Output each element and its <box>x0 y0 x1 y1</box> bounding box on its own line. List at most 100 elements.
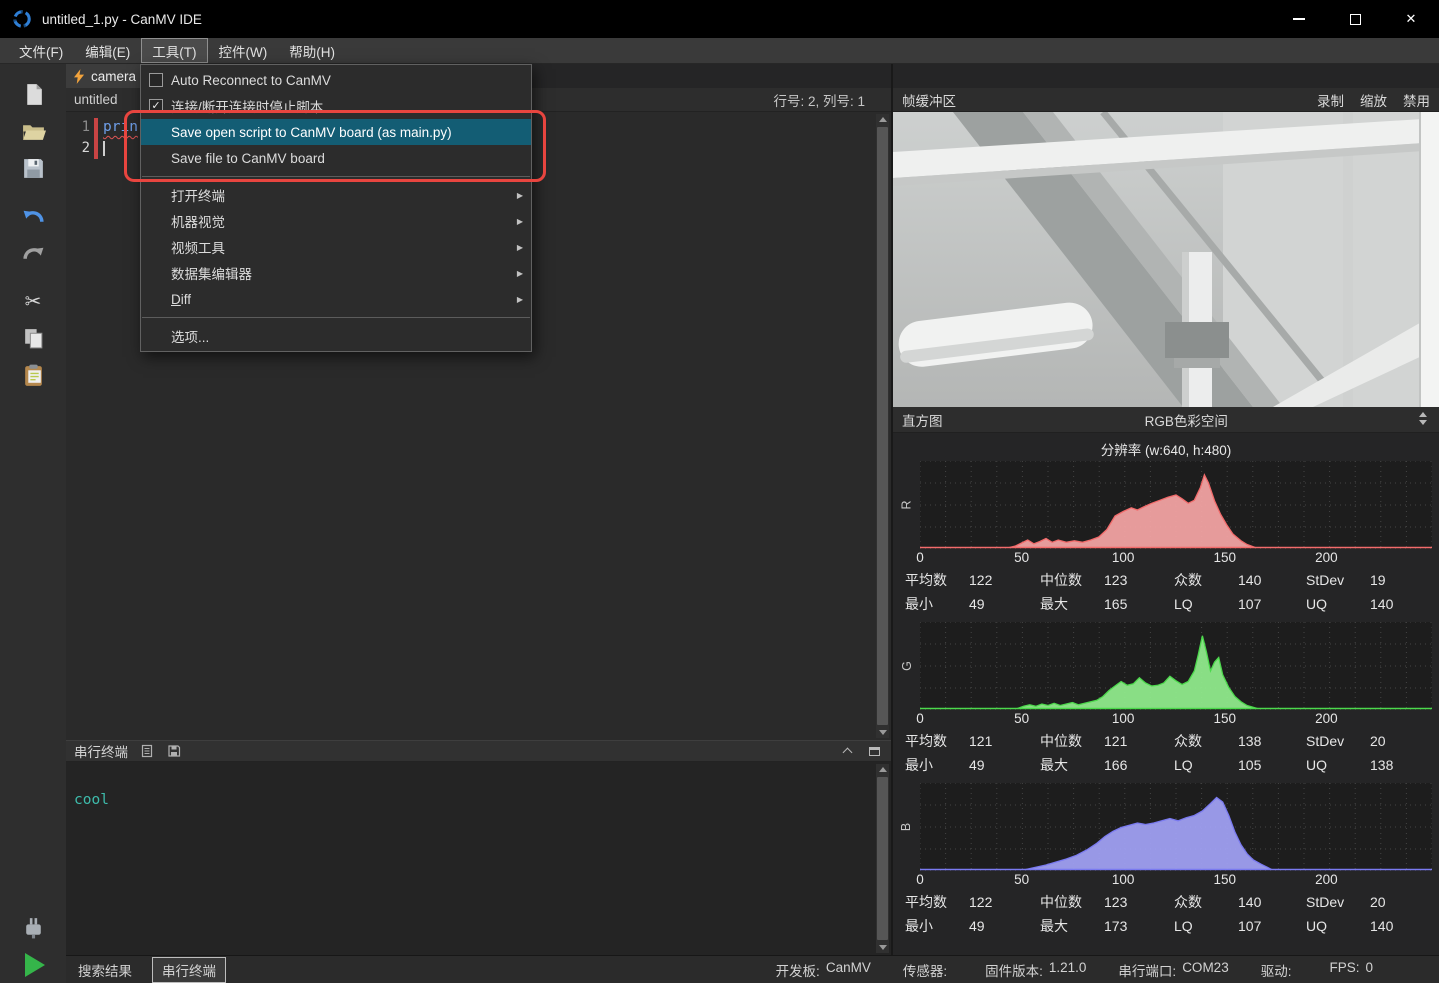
axis-tick-label: 100 <box>1112 711 1135 726</box>
scrollbar-thumb[interactable] <box>877 777 888 940</box>
stat-value: 107 <box>1238 596 1261 612</box>
menubar-item-0[interactable]: 文件(F) <box>8 38 74 63</box>
editor-scrollbar[interactable] <box>876 114 889 738</box>
scrollbar-thumb[interactable] <box>877 127 888 725</box>
menu-bar: 文件(F)编辑(E)工具(T)控件(W)帮助(H) <box>0 38 1439 64</box>
connect-icon <box>21 915 46 940</box>
tools-menu-item-7[interactable]: 视频工具▶ <box>141 234 531 260</box>
menubar-item-1[interactable]: 编辑(E) <box>74 38 141 63</box>
menubar-item-3[interactable]: 控件(W) <box>208 38 279 63</box>
statusbar-tab-1[interactable]: 串行终端 <box>152 957 226 983</box>
tools-menu-item-9[interactable]: Diff▶ <box>141 286 531 312</box>
tools-menu-item-3[interactable]: Save file to CanMV board <box>141 145 531 171</box>
stat-cell: UQ138 <box>1306 757 1439 773</box>
histogram-block-g: G050100150200平均数121中位数121众数138StDev20最小4… <box>893 622 1439 776</box>
cut-button[interactable]: ✂ <box>12 283 54 320</box>
frame-buffer-view <box>893 112 1439 407</box>
scroll-up-arrow-icon[interactable] <box>876 114 889 126</box>
collapse-panel-button[interactable] <box>839 743 856 760</box>
channel-label-b: B <box>893 783 920 871</box>
log-icon <box>140 744 154 758</box>
modified-lines-marker <box>94 118 98 159</box>
field-label: 传感器: <box>903 960 947 980</box>
colorspace-value: RGB色彩空间 <box>1145 410 1228 430</box>
menu-item-label: 视频工具 <box>171 237 509 257</box>
terminal-header: 串行终端 <box>66 740 891 762</box>
detach-panel-button[interactable] <box>866 743 883 760</box>
run-script-button[interactable] <box>12 946 54 983</box>
stat-label: 众数 <box>1174 570 1236 590</box>
tools-menu-item-6[interactable]: 机器视觉▶ <box>141 208 531 234</box>
colorspace-select[interactable]: RGB色彩空间 <box>943 407 1431 432</box>
tools-menu-item-5[interactable]: 打开终端▶ <box>141 182 531 208</box>
scroll-down-arrow-icon[interactable] <box>876 726 889 738</box>
histogram-title: 直方图 <box>902 410 943 430</box>
minimize-icon <box>1293 18 1305 20</box>
stat-value: 20 <box>1370 894 1386 910</box>
close-button[interactable]: ✕ <box>1383 0 1439 38</box>
histogram-stats-row: 平均数122中位数123众数140StDev20 <box>905 890 1439 913</box>
tools-menu-item-0[interactable]: Auto Reconnect to CanMV <box>141 67 531 93</box>
statusbar-field-5: FPS:0 <box>1329 960 1373 980</box>
zoom-button[interactable]: 缩放 <box>1360 90 1387 110</box>
stat-cell: 最小49 <box>905 594 1040 614</box>
channel-label-r: R <box>893 461 920 549</box>
save-file-button[interactable] <box>12 150 54 187</box>
code-text: prin <box>103 119 138 135</box>
close-icon: ✕ <box>1406 11 1417 27</box>
script-file-icon <box>74 69 85 84</box>
menubar-item-4[interactable]: 帮助(H) <box>278 38 346 63</box>
scroll-up-arrow-icon[interactable] <box>876 764 889 776</box>
stat-cell: 最大165 <box>1040 594 1174 614</box>
copy-button[interactable] <box>12 320 54 357</box>
tools-menu-item-1[interactable]: ✓连接/断开连接时停止脚本 <box>141 93 531 119</box>
axis-tick-label: 100 <box>1112 550 1135 565</box>
detach-panel-icon <box>869 747 880 756</box>
tools-menu-item-8[interactable]: 数据集编辑器▶ <box>141 260 531 286</box>
stat-label: UQ <box>1306 757 1368 773</box>
redo-button[interactable] <box>12 235 54 272</box>
serial-terminal-output[interactable]: cool <box>66 762 891 955</box>
unchecked-checkbox-icon <box>149 73 163 87</box>
save-log-button[interactable] <box>165 743 182 760</box>
undo-icon <box>21 204 46 229</box>
statusbar-field-3: 串行端口:COM23 <box>1118 960 1228 980</box>
submenu-arrow-icon: ▶ <box>509 191 523 200</box>
stat-value: 20 <box>1370 733 1386 749</box>
open-file-button[interactable] <box>12 113 54 150</box>
new-file-button[interactable] <box>12 76 54 113</box>
tools-menu-item-2[interactable]: Save open script to CanMV board (as main… <box>141 119 531 145</box>
menu-separator <box>142 317 530 318</box>
tools-menu-item-11[interactable]: 选项... <box>141 323 531 349</box>
statusbar-tab-0[interactable]: 搜索结果 <box>72 958 138 982</box>
minimize-button[interactable] <box>1271 0 1327 38</box>
stat-cell: 众数140 <box>1174 892 1306 912</box>
paste-button[interactable] <box>12 357 54 394</box>
undo-button[interactable] <box>12 198 54 235</box>
stat-value: 49 <box>969 596 985 612</box>
axis-labels: 050100150200 <box>920 710 1432 728</box>
stat-value: 49 <box>969 757 985 773</box>
stat-cell: StDev20 <box>1306 733 1439 749</box>
menu-item-label: Auto Reconnect to CanMV <box>171 73 509 88</box>
statusbar-field-1: 传感器: <box>903 960 953 980</box>
disable-button[interactable]: 禁用 <box>1403 90 1430 110</box>
record-button[interactable]: 录制 <box>1317 90 1344 110</box>
terminal-scrollbar[interactable] <box>876 764 889 953</box>
scroll-down-arrow-icon[interactable] <box>876 941 889 953</box>
maximize-button[interactable] <box>1327 0 1383 38</box>
framebuffer-header: 帧缓冲区 录制 缩放 禁用 <box>893 88 1439 112</box>
statusbar-field-4: 驱动: <box>1261 960 1298 980</box>
connect-button[interactable] <box>12 909 54 946</box>
menu-separator <box>142 176 530 177</box>
stat-label: 最大 <box>1040 916 1102 936</box>
axis-tick-label: 0 <box>916 872 924 887</box>
axis-tick-label: 0 <box>916 550 924 565</box>
stat-label: 最小 <box>905 755 967 775</box>
menubar-item-2[interactable]: 工具(T) <box>141 38 207 63</box>
stat-cell: 最小49 <box>905 755 1040 775</box>
stat-cell: LQ105 <box>1174 757 1306 773</box>
stat-label: StDev <box>1306 733 1368 749</box>
title-bar: untitled_1.py - CanMV IDE ✕ <box>0 0 1439 38</box>
log-button[interactable] <box>138 743 155 760</box>
